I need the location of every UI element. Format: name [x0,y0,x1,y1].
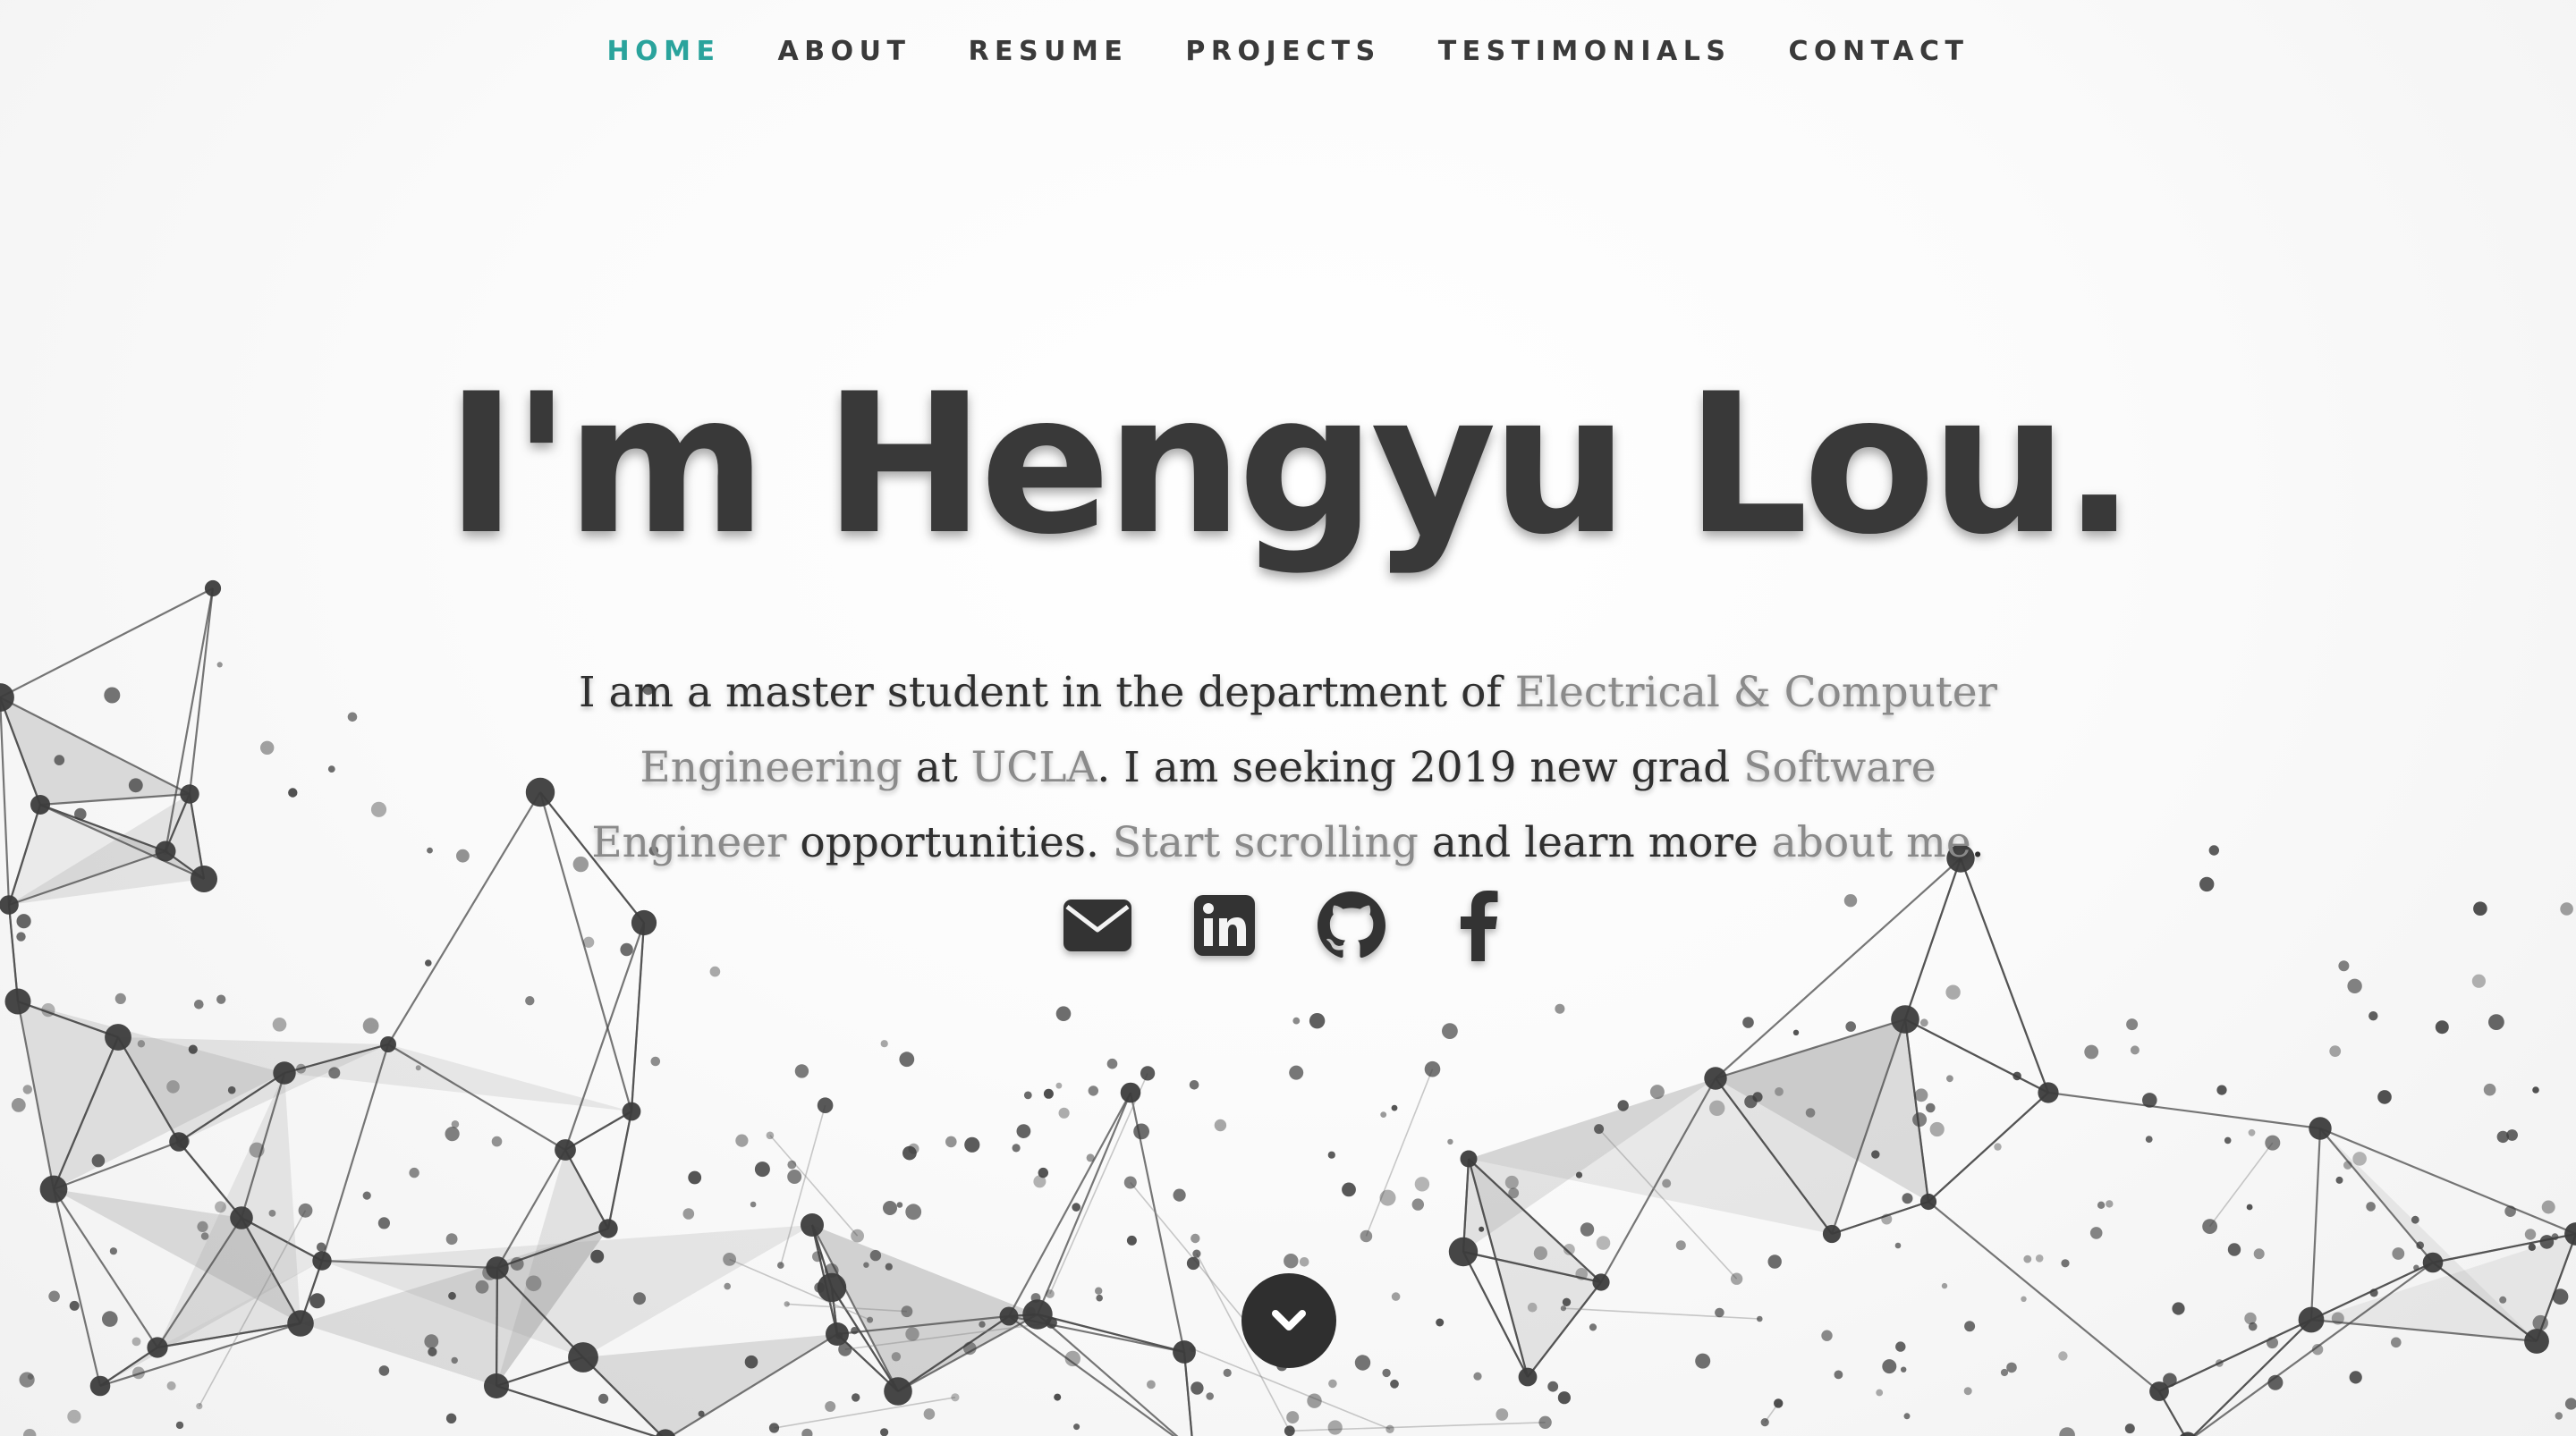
hero-intro: I am a master student in the department … [555,655,2021,881]
intro-text-3: . I am seeking 2019 new grad [1097,743,1744,792]
facebook-icon[interactable] [1429,885,1528,966]
nav-testimonials[interactable]: TESTIMONIALS [1438,32,1732,72]
intro-text-6: . [1970,818,1985,867]
ucla-link[interactable]: UCLA [971,743,1097,792]
chevron-down-icon [1272,1310,1306,1330]
nav-home[interactable]: HOME [607,32,721,72]
social-links [0,885,2576,966]
envelope-icon[interactable] [1048,885,1147,966]
intro-text-2: at [902,743,971,792]
nav-contact[interactable]: CONTACT [1788,32,1969,72]
nav-about[interactable]: ABOUT [778,32,911,72]
about-me-link[interactable]: about me [1772,818,1971,867]
nav-projects[interactable]: PROJECTS [1185,32,1380,72]
github-icon[interactable] [1302,885,1401,966]
intro-text-1: I am a master student in the department … [578,668,1515,717]
nav-resume[interactable]: RESUME [968,32,1128,72]
intro-text-4: opportunities. [786,818,1113,867]
intro-text-5: and learn more [1418,818,1772,867]
start-scrolling-link[interactable]: Start scrolling [1113,818,1419,867]
main-nav: HOME ABOUT RESUME PROJECTS TESTIMONIALS … [0,32,2576,72]
scroll-down-button[interactable] [1241,1273,1336,1368]
hero-headline: I'm Hengyu Lou. [445,352,2136,577]
linkedin-icon[interactable] [1175,885,1274,966]
